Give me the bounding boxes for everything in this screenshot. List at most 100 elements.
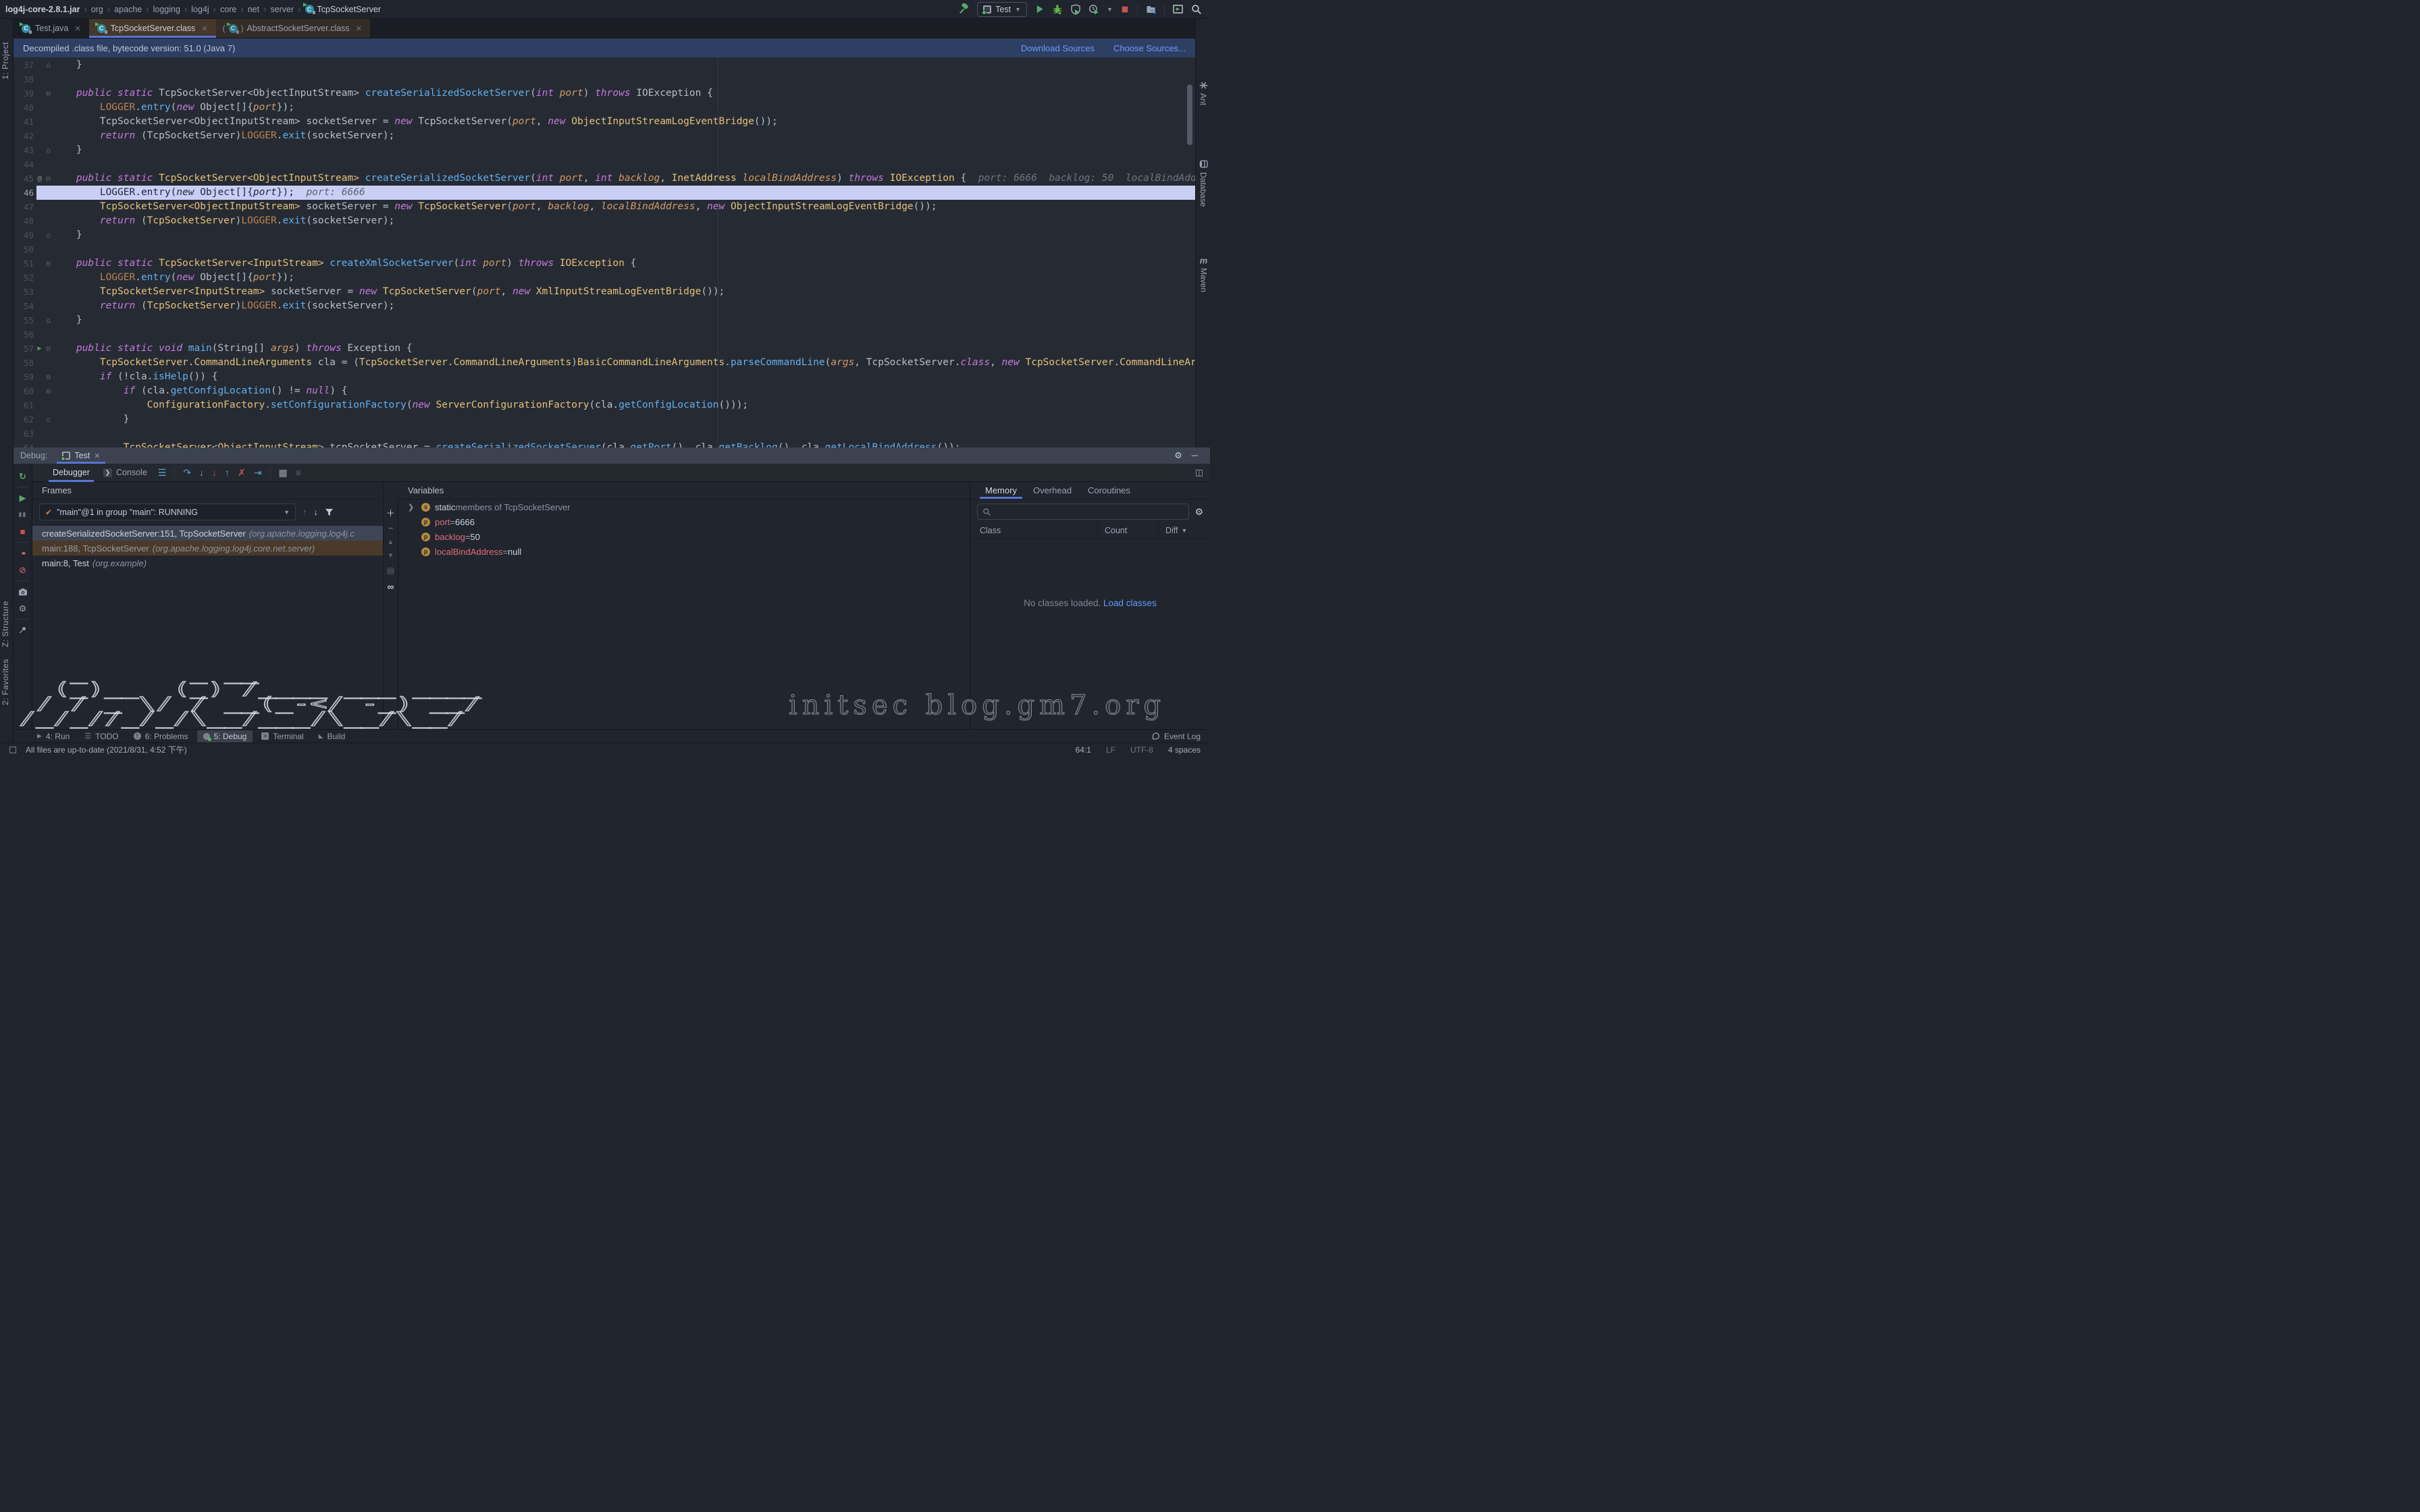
tab-debugger[interactable]: Debugger	[46, 464, 97, 482]
fold-marker-icon[interactable]: ⊟	[44, 171, 53, 186]
fold-marker-icon[interactable]: ⌂	[44, 228, 53, 242]
code-line[interactable]: 52 LOGGER.entry(new Object[]{port});	[14, 271, 1195, 285]
annotation-gutter-icon[interactable]: @	[35, 171, 44, 186]
editor-tab[interactable]: (C)AbstractSocketServer.class✕	[216, 19, 370, 38]
close-icon[interactable]: ✕	[201, 24, 207, 33]
code-line[interactable]: 54 return (TcpSocketServer)LOGGER.exit(s…	[14, 299, 1195, 313]
breadcrumb-item[interactable]: logging	[153, 5, 180, 14]
event-log-button[interactable]: Event Log	[1151, 732, 1210, 741]
fold-marker-icon[interactable]: ⊟	[44, 370, 53, 384]
toolwindow-button-terminal[interactable]: >Terminal	[255, 730, 309, 742]
run-anything-icon[interactable]	[1172, 4, 1184, 14]
breadcrumb-item[interactable]: core	[220, 5, 236, 14]
frame-down-icon[interactable]: ↓	[314, 507, 319, 517]
thread-selector[interactable]: ✔ "main"@1 in group "main": RUNNING ▼	[39, 504, 296, 520]
resume-icon[interactable]: ▶	[14, 489, 32, 506]
mute-breakpoints-icon[interactable]: ⊘	[14, 562, 32, 578]
show-watches-icon[interactable]: ∞	[388, 581, 394, 592]
code-line[interactable]: 56	[14, 327, 1195, 342]
breadcrumb[interactable]: log4j-core-2.8.1.jar›org›apache›logging›…	[5, 4, 381, 14]
expand-chevron-icon[interactable]: ❯	[408, 503, 414, 512]
editor-tab[interactable]: CTest.java✕	[14, 19, 89, 38]
indent-setting[interactable]: 4 spaces	[1168, 745, 1201, 755]
stack-frame-row[interactable]: main:8, Test (org.example)	[32, 556, 383, 570]
tab-console[interactable]: ❯Console	[97, 464, 154, 482]
restore-layout-icon[interactable]: ◫	[1195, 467, 1210, 478]
code-line[interactable]: 64 TcpSocketServer<ObjectInputStream> tc…	[14, 441, 1195, 448]
remove-watch-icon[interactable]: ━	[388, 525, 392, 533]
memory-tab-memory[interactable]: Memory	[978, 482, 1024, 499]
run-button[interactable]	[1034, 4, 1045, 14]
code-line[interactable]: 53 TcpSocketServer<InputStream> socketSe…	[14, 285, 1195, 299]
breadcrumb-current[interactable]: CTcpSocketServer	[305, 5, 381, 14]
code-line[interactable]: 46 LOGGER.entry(new Object[]{port}); por…	[14, 186, 1195, 200]
close-icon[interactable]: ✕	[74, 24, 80, 33]
editor-scrollbar[interactable]	[1187, 84, 1192, 145]
stop-icon[interactable]: ■	[14, 523, 32, 540]
step-out-icon[interactable]: ↑	[221, 467, 234, 478]
memory-tab-overhead[interactable]: Overhead	[1026, 482, 1078, 499]
breadcrumb-item[interactable]: log4j	[191, 5, 209, 14]
drop-frame-icon[interactable]: ✗	[234, 467, 250, 479]
filter-icon[interactable]	[325, 508, 334, 516]
variable-row[interactable]: plocalBindAddress = null	[398, 544, 970, 559]
toolwindow-button-build[interactable]: ◣Build	[313, 730, 352, 742]
memory-search-input[interactable]	[977, 504, 1189, 520]
debug-button[interactable]	[1052, 4, 1063, 15]
code-line[interactable]: 41 TcpSocketServer<ObjectInputStream> so…	[14, 115, 1195, 129]
fold-marker-icon[interactable]: ⌂	[44, 143, 53, 157]
toolwindow-button-todo[interactable]: ☰TODO	[78, 730, 124, 742]
column-class[interactable]: Class	[970, 522, 1098, 538]
close-icon[interactable]: ✕	[356, 24, 362, 33]
code-line[interactable]: 62⌂ }	[14, 412, 1195, 427]
frame-up-icon[interactable]: ↑	[302, 507, 307, 517]
rerun-icon[interactable]: ↻	[14, 468, 32, 485]
run-gutter-icon[interactable]: ▶	[35, 342, 44, 356]
coverage-button[interactable]	[1070, 4, 1081, 15]
toolwindow-button-5-debug[interactable]: 5: Debug	[197, 730, 253, 742]
evaluate-expression-icon[interactable]: ▦	[275, 467, 292, 479]
hide-icon[interactable]: ─	[1192, 450, 1198, 461]
breadcrumb-item[interactable]: server	[270, 5, 294, 14]
download-sources-link[interactable]: Download Sources	[1021, 43, 1095, 53]
duplicate-icon[interactable]: ▤	[387, 566, 394, 575]
fold-marker-icon[interactable]: ⊟	[44, 384, 53, 398]
step-into-icon[interactable]: ↓	[195, 467, 208, 478]
sidebar-item-database[interactable]: Database	[1199, 159, 1208, 207]
profiler-chevron-icon[interactable]: ▼	[1107, 6, 1113, 13]
fold-marker-icon[interactable]: ⌂	[44, 412, 53, 427]
code-editor[interactable]: 37⌂ }3839⊟ public static TcpSocketServer…	[14, 57, 1195, 448]
variable-row[interactable]: pbacklog = 50	[398, 529, 970, 544]
choose-sources-link[interactable]: Choose Sources...	[1113, 43, 1186, 53]
code-line[interactable]: 59⊟ if (!cla.isHelp()) {	[14, 370, 1195, 384]
code-line[interactable]: 57▶⊟ public static void main(String[] ar…	[14, 342, 1195, 356]
line-ending[interactable]: LF	[1106, 745, 1115, 755]
code-line[interactable]: 61 ConfigurationFactory.setConfiguration…	[14, 398, 1195, 412]
code-line[interactable]: 48 return (TcpSocketServer)LOGGER.exit(s…	[14, 214, 1195, 228]
breadcrumb-root[interactable]: log4j-core-2.8.1.jar	[5, 5, 80, 14]
build-hammer-icon[interactable]	[958, 3, 970, 15]
sidebar-item-z-structure[interactable]: Z: Structure	[1, 601, 10, 647]
load-classes-link[interactable]: Load classes	[1103, 598, 1157, 608]
code-line[interactable]: 50	[14, 242, 1195, 256]
column-count[interactable]: Count	[1098, 522, 1159, 538]
gear-icon[interactable]: ⚙	[1174, 450, 1182, 461]
force-step-into-icon[interactable]: ↓	[208, 467, 221, 478]
code-line[interactable]: 42 return (TcpSocketServer)LOGGER.exit(s…	[14, 129, 1195, 143]
code-line[interactable]: 51⊟ public static TcpSocketServer<InputS…	[14, 256, 1195, 271]
pause-icon[interactable]: ▮▮	[14, 506, 32, 523]
code-line[interactable]: 49⌂ }	[14, 228, 1195, 242]
move-up-icon[interactable]: ▲	[388, 539, 394, 546]
debugger-settings-gear-icon[interactable]: ⚙	[14, 600, 32, 617]
code-line[interactable]: 40 LOGGER.entry(new Object[]{port});	[14, 101, 1195, 115]
close-icon[interactable]: ✕	[94, 452, 100, 460]
add-watch-icon[interactable]: ＋	[386, 506, 395, 519]
editor-tab[interactable]: CTcpSocketServer.class✕	[89, 19, 216, 38]
code-line[interactable]: 45@⊟ public static TcpSocketServer<Objec…	[14, 171, 1195, 186]
breadcrumb-item[interactable]: net	[248, 5, 259, 14]
step-over-icon[interactable]: ↷	[179, 467, 195, 479]
code-line[interactable]: 58 TcpSocketServer.CommandLineArguments …	[14, 356, 1195, 370]
search-everywhere-icon[interactable]	[1191, 4, 1202, 15]
code-line[interactable]: 39⊟ public static TcpSocketServer<Object…	[14, 86, 1195, 101]
sidebar-item-1-project[interactable]: 1: Project	[1, 42, 10, 80]
